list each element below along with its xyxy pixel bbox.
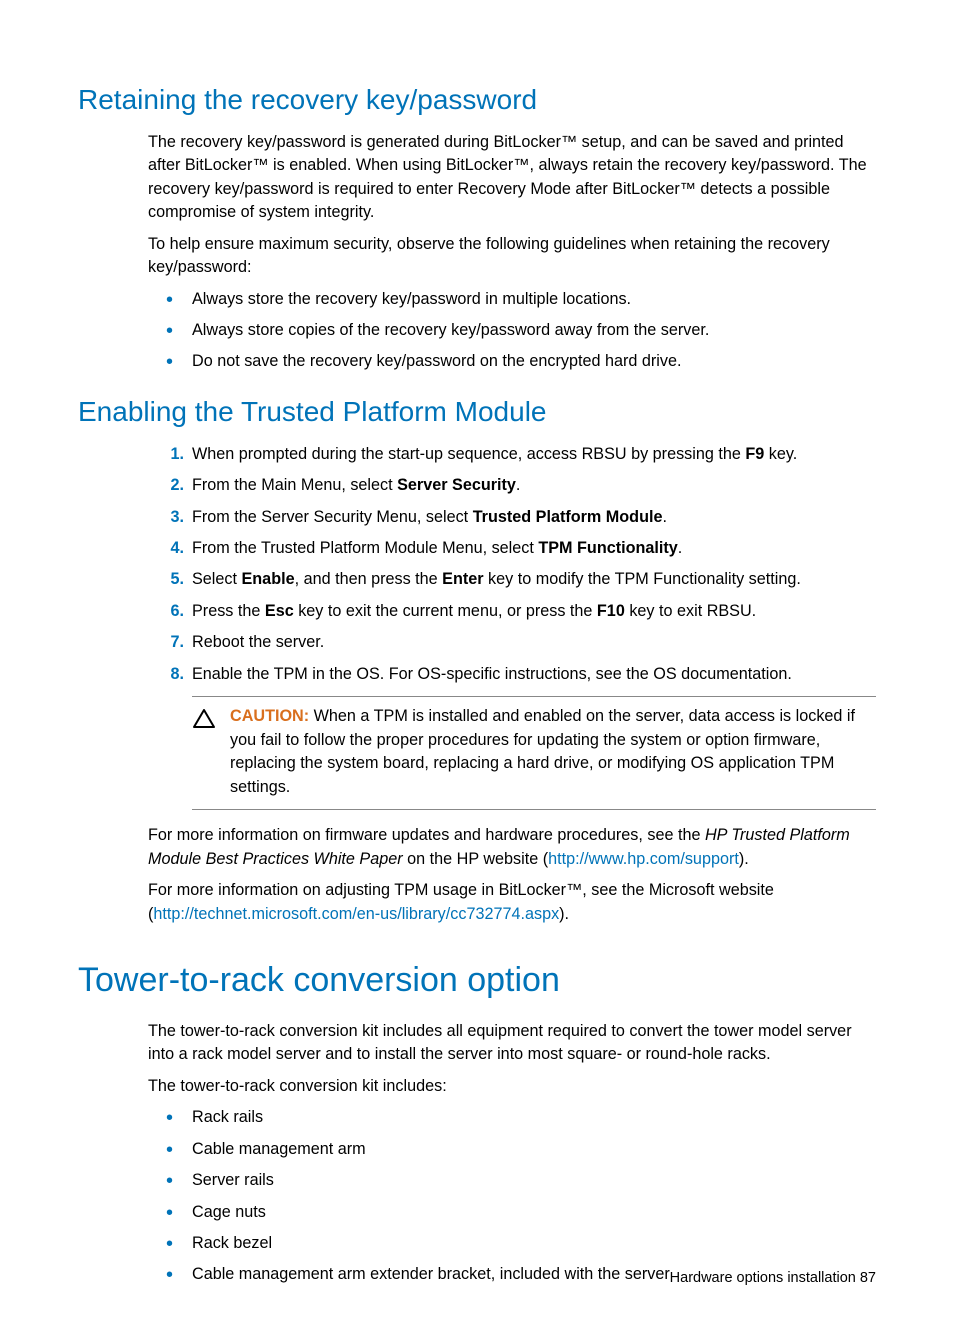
caution-callout: CAUTION: When a TPM is installed and ena… <box>192 696 876 810</box>
step-text: Select <box>192 570 242 588</box>
paragraph: To help ensure maximum security, observe… <box>148 233 876 280</box>
list-item: Rack bezel <box>148 1232 876 1255</box>
bullet-list: Rack rails Cable management arm Server r… <box>148 1106 876 1287</box>
step-item: When prompted during the start-up sequen… <box>148 443 876 466</box>
page-footer: Hardware options installation 87 <box>670 1268 876 1289</box>
list-item: Always store the recovery key/password i… <box>148 288 876 311</box>
hp-support-link[interactable]: http://www.hp.com/support <box>548 850 739 868</box>
section1-body: The recovery key/password is generated d… <box>148 131 876 374</box>
section2-body: When prompted during the start-up sequen… <box>148 443 876 927</box>
document-page: Retaining the recovery key/password The … <box>0 0 954 1337</box>
menu-server-security: Server Security <box>397 476 516 494</box>
option-enable: Enable <box>242 570 295 588</box>
step-text: . <box>516 476 521 494</box>
menu-tpm-functionality: TPM Functionality <box>538 539 677 557</box>
text: For more information on firmware updates… <box>148 826 705 844</box>
step-item: From the Trusted Platform Module Menu, s… <box>148 537 876 560</box>
ordered-steps: When prompted during the start-up sequen… <box>148 443 876 687</box>
caution-triangle-icon <box>192 707 220 738</box>
paragraph: The tower-to-rack conversion kit include… <box>148 1020 876 1067</box>
step-text: Press the <box>192 602 265 620</box>
microsoft-link[interactable]: http://technet.microsoft.com/en-us/libra… <box>153 905 559 923</box>
menu-tpm: Trusted Platform Module <box>473 508 663 526</box>
caution-body: When a TPM is installed and enabled on t… <box>230 707 855 795</box>
key-enter: Enter <box>442 570 483 588</box>
paragraph: The recovery key/password is generated d… <box>148 131 876 225</box>
heading-tower-to-rack: Tower-to-rack conversion option <box>78 956 876 1005</box>
step-text: From the Trusted Platform Module Menu, s… <box>192 539 538 557</box>
step-text: From the Server Security Menu, select <box>192 508 473 526</box>
list-item: Always store copies of the recovery key/… <box>148 319 876 342</box>
paragraph: For more information on firmware updates… <box>148 824 876 871</box>
caution-label: CAUTION: <box>230 707 309 725</box>
step-text: . <box>678 539 683 557</box>
step-text: , and then press the <box>295 570 443 588</box>
key-f9: F9 <box>745 445 764 463</box>
text: ). <box>559 905 569 923</box>
paragraph: For more information on adjusting TPM us… <box>148 879 876 926</box>
step-item: Reboot the server. <box>148 631 876 654</box>
step-text: key. <box>764 445 797 463</box>
step-text: key to modify the TPM Functionality sett… <box>484 570 801 588</box>
step-text: From the Main Menu, select <box>192 476 397 494</box>
caution-text: CAUTION: When a TPM is installed and ena… <box>230 705 876 799</box>
key-esc: Esc <box>265 602 294 620</box>
step-text: . <box>662 508 667 526</box>
list-item: Cage nuts <box>148 1201 876 1224</box>
step-item: Select Enable, and then press the Enter … <box>148 568 876 591</box>
step-text: key to exit the current menu, or press t… <box>294 602 597 620</box>
step-item: Press the Esc key to exit the current me… <box>148 600 876 623</box>
step-text: When prompted during the start-up sequen… <box>192 445 745 463</box>
step-text: key to exit RBSU. <box>625 602 756 620</box>
paragraph: The tower-to-rack conversion kit include… <box>148 1075 876 1098</box>
bullet-list: Always store the recovery key/password i… <box>148 288 876 374</box>
text: on the HP website ( <box>403 850 548 868</box>
key-f10: F10 <box>597 602 625 620</box>
heading-enabling-tpm: Enabling the Trusted Platform Module <box>78 392 876 433</box>
heading-retaining-recovery-key: Retaining the recovery key/password <box>78 80 876 121</box>
list-item: Do not save the recovery key/password on… <box>148 350 876 373</box>
list-item: Cable management arm <box>148 1138 876 1161</box>
text: ). <box>739 850 749 868</box>
step-item: Enable the TPM in the OS. For OS-specifi… <box>148 663 876 686</box>
step-item: From the Server Security Menu, select Tr… <box>148 506 876 529</box>
step-item: From the Main Menu, select Server Securi… <box>148 474 876 497</box>
section3-body: The tower-to-rack conversion kit include… <box>148 1020 876 1287</box>
list-item: Server rails <box>148 1169 876 1192</box>
list-item: Rack rails <box>148 1106 876 1129</box>
